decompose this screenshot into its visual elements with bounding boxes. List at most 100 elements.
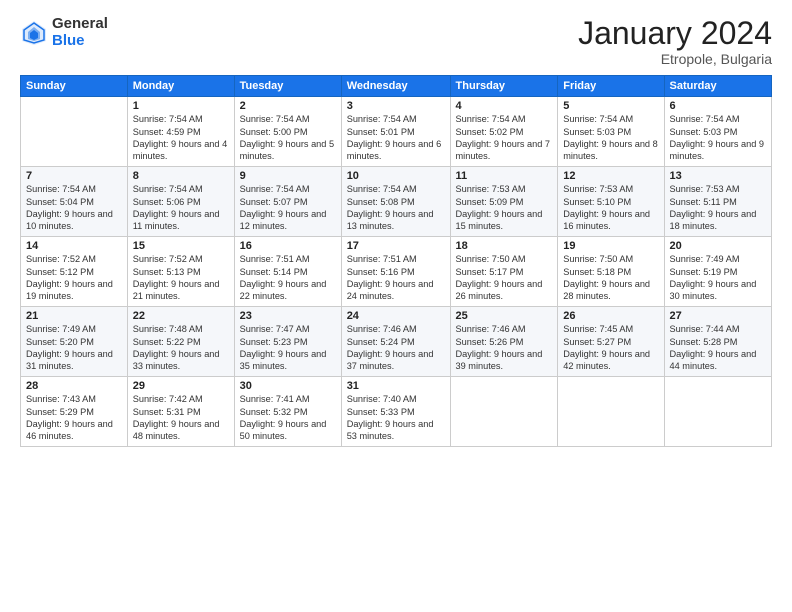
day-info: Sunrise: 7:54 AM Sunset: 5:03 PM Dayligh… <box>563 113 658 163</box>
page: General Blue January 2024 Etropole, Bulg… <box>0 0 792 612</box>
calendar-table: Sunday Monday Tuesday Wednesday Thursday… <box>20 75 772 447</box>
day-number: 25 <box>456 310 553 322</box>
header-monday: Monday <box>127 76 234 97</box>
day-number: 8 <box>133 170 229 182</box>
calendar-cell: 28Sunrise: 7:43 AM Sunset: 5:29 PM Dayli… <box>21 377 128 447</box>
day-number: 24 <box>347 310 445 322</box>
day-info: Sunrise: 7:43 AM Sunset: 5:29 PM Dayligh… <box>26 393 122 443</box>
header-row: Sunday Monday Tuesday Wednesday Thursday… <box>21 76 772 97</box>
calendar-cell: 29Sunrise: 7:42 AM Sunset: 5:31 PM Dayli… <box>127 377 234 447</box>
day-info: Sunrise: 7:48 AM Sunset: 5:22 PM Dayligh… <box>133 323 229 373</box>
week-row-1: 7Sunrise: 7:54 AM Sunset: 5:04 PM Daylig… <box>21 167 772 237</box>
calendar-cell: 18Sunrise: 7:50 AM Sunset: 5:17 PM Dayli… <box>450 237 558 307</box>
day-number: 19 <box>563 240 658 252</box>
day-info: Sunrise: 7:54 AM Sunset: 4:59 PM Dayligh… <box>133 113 229 163</box>
calendar-cell: 1Sunrise: 7:54 AM Sunset: 4:59 PM Daylig… <box>127 97 234 167</box>
calendar-cell: 24Sunrise: 7:46 AM Sunset: 5:24 PM Dayli… <box>341 307 450 377</box>
logo-general-text: General <box>52 16 108 33</box>
day-number: 28 <box>26 380 122 392</box>
day-info: Sunrise: 7:54 AM Sunset: 5:03 PM Dayligh… <box>670 113 766 163</box>
day-info: Sunrise: 7:52 AM Sunset: 5:12 PM Dayligh… <box>26 253 122 303</box>
header-friday: Friday <box>558 76 664 97</box>
day-info: Sunrise: 7:44 AM Sunset: 5:28 PM Dayligh… <box>670 323 766 373</box>
day-info: Sunrise: 7:49 AM Sunset: 5:19 PM Dayligh… <box>670 253 766 303</box>
calendar-cell: 15Sunrise: 7:52 AM Sunset: 5:13 PM Dayli… <box>127 237 234 307</box>
day-info: Sunrise: 7:54 AM Sunset: 5:00 PM Dayligh… <box>240 113 336 163</box>
calendar-cell <box>664 377 771 447</box>
day-number: 12 <box>563 170 658 182</box>
day-number: 15 <box>133 240 229 252</box>
week-row-4: 28Sunrise: 7:43 AM Sunset: 5:29 PM Dayli… <box>21 377 772 447</box>
calendar-cell: 9Sunrise: 7:54 AM Sunset: 5:07 PM Daylig… <box>234 167 341 237</box>
calendar-cell: 16Sunrise: 7:51 AM Sunset: 5:14 PM Dayli… <box>234 237 341 307</box>
day-number: 7 <box>26 170 122 182</box>
calendar-cell: 6Sunrise: 7:54 AM Sunset: 5:03 PM Daylig… <box>664 97 771 167</box>
calendar-cell: 31Sunrise: 7:40 AM Sunset: 5:33 PM Dayli… <box>341 377 450 447</box>
day-number: 22 <box>133 310 229 322</box>
day-info: Sunrise: 7:40 AM Sunset: 5:33 PM Dayligh… <box>347 393 445 443</box>
calendar-cell: 21Sunrise: 7:49 AM Sunset: 5:20 PM Dayli… <box>21 307 128 377</box>
calendar-cell: 23Sunrise: 7:47 AM Sunset: 5:23 PM Dayli… <box>234 307 341 377</box>
calendar-cell: 11Sunrise: 7:53 AM Sunset: 5:09 PM Dayli… <box>450 167 558 237</box>
day-number: 11 <box>456 170 553 182</box>
calendar-cell: 7Sunrise: 7:54 AM Sunset: 5:04 PM Daylig… <box>21 167 128 237</box>
day-number: 21 <box>26 310 122 322</box>
day-info: Sunrise: 7:46 AM Sunset: 5:26 PM Dayligh… <box>456 323 553 373</box>
calendar-cell: 14Sunrise: 7:52 AM Sunset: 5:12 PM Dayli… <box>21 237 128 307</box>
day-info: Sunrise: 7:45 AM Sunset: 5:27 PM Dayligh… <box>563 323 658 373</box>
day-info: Sunrise: 7:49 AM Sunset: 5:20 PM Dayligh… <box>26 323 122 373</box>
day-info: Sunrise: 7:54 AM Sunset: 5:04 PM Dayligh… <box>26 183 122 233</box>
calendar-cell: 5Sunrise: 7:54 AM Sunset: 5:03 PM Daylig… <box>558 97 664 167</box>
calendar-cell: 8Sunrise: 7:54 AM Sunset: 5:06 PM Daylig… <box>127 167 234 237</box>
calendar-cell: 30Sunrise: 7:41 AM Sunset: 5:32 PM Dayli… <box>234 377 341 447</box>
week-row-0: 1Sunrise: 7:54 AM Sunset: 4:59 PM Daylig… <box>21 97 772 167</box>
day-number: 14 <box>26 240 122 252</box>
calendar-cell: 4Sunrise: 7:54 AM Sunset: 5:02 PM Daylig… <box>450 97 558 167</box>
day-info: Sunrise: 7:46 AM Sunset: 5:24 PM Dayligh… <box>347 323 445 373</box>
location: Etropole, Bulgaria <box>578 51 772 67</box>
day-number: 13 <box>670 170 766 182</box>
calendar-cell: 3Sunrise: 7:54 AM Sunset: 5:01 PM Daylig… <box>341 97 450 167</box>
header-sunday: Sunday <box>21 76 128 97</box>
day-info: Sunrise: 7:54 AM Sunset: 5:08 PM Dayligh… <box>347 183 445 233</box>
day-number: 4 <box>456 100 553 112</box>
day-number: 27 <box>670 310 766 322</box>
calendar-cell: 13Sunrise: 7:53 AM Sunset: 5:11 PM Dayli… <box>664 167 771 237</box>
day-number: 20 <box>670 240 766 252</box>
calendar-cell <box>450 377 558 447</box>
header-thursday: Thursday <box>450 76 558 97</box>
calendar-cell: 27Sunrise: 7:44 AM Sunset: 5:28 PM Dayli… <box>664 307 771 377</box>
logo-icon <box>20 19 48 47</box>
day-info: Sunrise: 7:53 AM Sunset: 5:11 PM Dayligh… <box>670 183 766 233</box>
day-info: Sunrise: 7:53 AM Sunset: 5:10 PM Dayligh… <box>563 183 658 233</box>
calendar-cell: 17Sunrise: 7:51 AM Sunset: 5:16 PM Dayli… <box>341 237 450 307</box>
day-number: 29 <box>133 380 229 392</box>
day-number: 5 <box>563 100 658 112</box>
day-info: Sunrise: 7:50 AM Sunset: 5:17 PM Dayligh… <box>456 253 553 303</box>
day-number: 31 <box>347 380 445 392</box>
day-info: Sunrise: 7:54 AM Sunset: 5:02 PM Dayligh… <box>456 113 553 163</box>
day-number: 18 <box>456 240 553 252</box>
day-info: Sunrise: 7:41 AM Sunset: 5:32 PM Dayligh… <box>240 393 336 443</box>
day-info: Sunrise: 7:54 AM Sunset: 5:06 PM Dayligh… <box>133 183 229 233</box>
week-row-2: 14Sunrise: 7:52 AM Sunset: 5:12 PM Dayli… <box>21 237 772 307</box>
logo: General Blue <box>20 16 108 49</box>
calendar-cell <box>558 377 664 447</box>
day-number: 30 <box>240 380 336 392</box>
title-block: January 2024 Etropole, Bulgaria <box>578 16 772 67</box>
calendar-cell <box>21 97 128 167</box>
calendar-cell: 19Sunrise: 7:50 AM Sunset: 5:18 PM Dayli… <box>558 237 664 307</box>
calendar-cell: 10Sunrise: 7:54 AM Sunset: 5:08 PM Dayli… <box>341 167 450 237</box>
calendar-cell: 20Sunrise: 7:49 AM Sunset: 5:19 PM Dayli… <box>664 237 771 307</box>
day-info: Sunrise: 7:47 AM Sunset: 5:23 PM Dayligh… <box>240 323 336 373</box>
day-info: Sunrise: 7:42 AM Sunset: 5:31 PM Dayligh… <box>133 393 229 443</box>
calendar-cell: 22Sunrise: 7:48 AM Sunset: 5:22 PM Dayli… <box>127 307 234 377</box>
day-info: Sunrise: 7:51 AM Sunset: 5:14 PM Dayligh… <box>240 253 336 303</box>
day-info: Sunrise: 7:54 AM Sunset: 5:07 PM Dayligh… <box>240 183 336 233</box>
day-number: 1 <box>133 100 229 112</box>
day-info: Sunrise: 7:51 AM Sunset: 5:16 PM Dayligh… <box>347 253 445 303</box>
day-number: 26 <box>563 310 658 322</box>
day-info: Sunrise: 7:54 AM Sunset: 5:01 PM Dayligh… <box>347 113 445 163</box>
day-number: 16 <box>240 240 336 252</box>
day-info: Sunrise: 7:50 AM Sunset: 5:18 PM Dayligh… <box>563 253 658 303</box>
